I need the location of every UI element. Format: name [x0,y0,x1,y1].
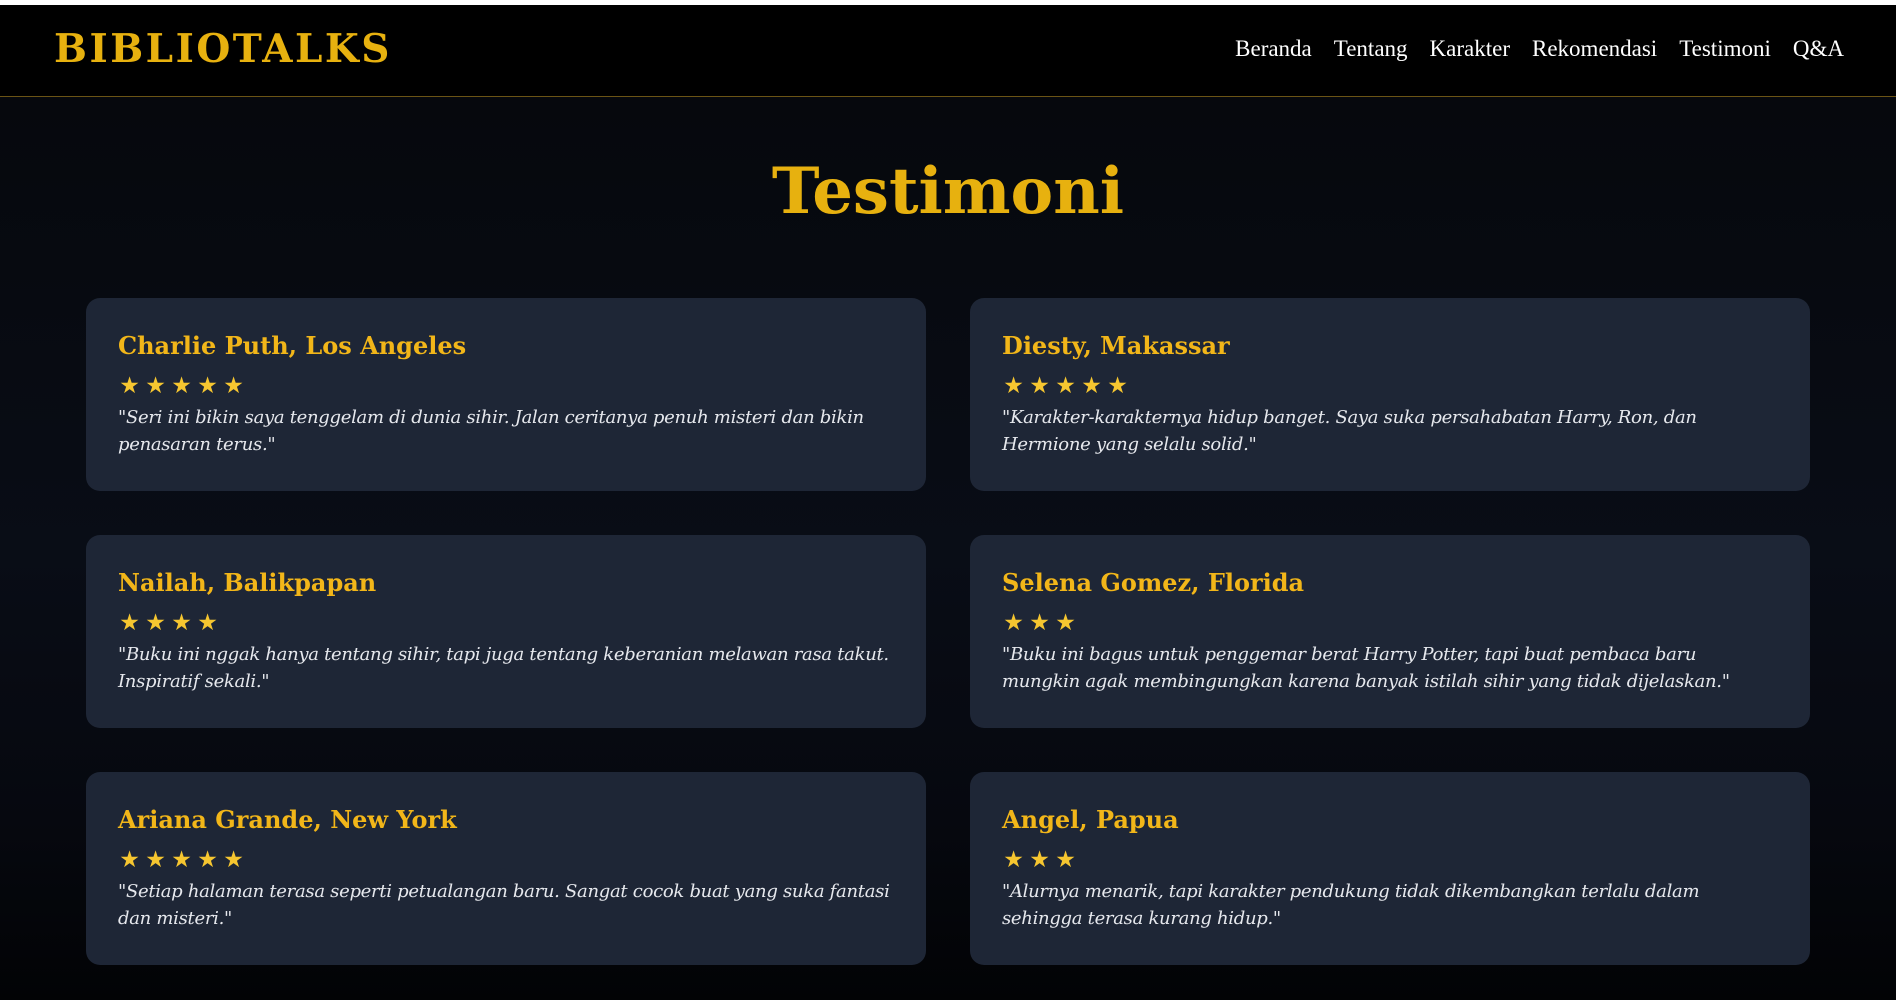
testimonial-card: Ariana Grande, New York ★ ★ ★ ★ ★ "Setiap ha… [86,772,926,965]
star-icon: ★ [119,373,140,400]
section-title: Testimoni [771,154,1125,229]
brand-logo[interactable]: BIBLIOTALKS [54,26,392,72]
star-icon: ★ [1055,847,1076,874]
nav-link-karakter[interactable]: Karakter [1430,36,1510,62]
star-icon: ★ [1029,847,1050,874]
testimonial-quote: "Karakter-karakternya hidup banget. Saya… [1002,406,1697,455]
testimonial-quote: "Setiap halaman terasa seperti petualang… [118,880,890,929]
testimonial-author: Ariana Grande, New York [118,805,457,834]
testimonial-author: Angel, Papua [1002,805,1179,834]
star-icon: ★ [1107,373,1128,400]
star-rating: ★ ★ ★ [1002,849,1778,873]
testimonial-author: Diesty, Makassar [1002,331,1230,360]
testimonial-card: Selena Gomez, Florida ★ ★ ★ "Buku ini bagu… [970,535,1810,728]
star-icon: ★ [223,847,244,874]
star-icon: ★ [171,610,192,637]
star-icon: ★ [1029,610,1050,637]
star-icon: ★ [1003,373,1024,400]
star-icon: ★ [119,610,140,637]
nav-link-qa[interactable]: Q&A [1793,36,1844,62]
nav-link-beranda[interactable]: Beranda [1235,36,1312,62]
nav-link-rekomendasi[interactable]: Rekomendasi [1532,36,1657,62]
star-icon: ★ [171,847,192,874]
testimonial-author: Nailah, Balikpapan [118,568,377,597]
star-rating: ★ ★ ★ ★ [118,612,894,636]
page: BIBLIOTALKS Beranda Tentang Karakter Rek… [0,0,1896,1000]
testimonial-author: Charlie Puth, Los Angeles [118,331,467,360]
nav-link-tentang[interactable]: Tentang [1334,36,1408,62]
star-rating: ★ ★ ★ [1002,612,1778,636]
site-header: BIBLIOTALKS Beranda Tentang Karakter Rek… [0,5,1896,97]
star-icon: ★ [1081,373,1102,400]
star-icon: ★ [145,610,166,637]
star-icon: ★ [171,373,192,400]
star-rating: ★ ★ ★ ★ ★ [118,849,894,873]
testimonial-card: Charlie Puth, Los Angeles ★ ★ ★ ★ ★ "Seri in… [86,298,926,491]
star-icon: ★ [197,610,218,637]
testimonial-quote: "Buku ini bagus untuk penggemar berat Ha… [1002,643,1730,692]
testimonial-card: Diesty, Makassar ★ ★ ★ ★ ★ "Karakter-karakte… [970,298,1810,491]
star-rating: ★ ★ ★ ★ ★ [118,375,894,399]
testimonial-grid: Charlie Puth, Los Angeles ★ ★ ★ ★ ★ "Seri in… [86,298,1811,965]
star-icon: ★ [197,373,218,400]
star-icon: ★ [223,373,244,400]
testimonial-quote: "Alurnya menarik, tapi karakter pendukun… [1002,880,1700,929]
star-icon: ★ [119,847,140,874]
star-icon: ★ [197,847,218,874]
nav-link-testimoni[interactable]: Testimoni [1679,36,1771,62]
testimonial-card: Nailah, Balikpapan ★ ★ ★ ★ "Buku ini nggak … [86,535,926,728]
main-nav: Beranda Tentang Karakter Rekomendasi Tes… [1235,36,1844,62]
star-icon: ★ [145,373,166,400]
star-icon: ★ [1003,610,1024,637]
star-icon: ★ [145,847,166,874]
star-icon: ★ [1055,373,1076,400]
testimonial-card: Angel, Papua ★ ★ ★ "Alurnya menarik, tapi … [970,772,1810,965]
star-icon: ★ [1003,847,1024,874]
star-rating: ★ ★ ★ ★ ★ [1002,375,1778,399]
star-icon: ★ [1029,373,1050,400]
star-icon: ★ [1055,610,1076,637]
testimonial-author: Selena Gomez, Florida [1002,568,1305,597]
testimonial-quote: "Seri ini bikin saya tenggelam di dunia … [118,406,864,455]
testimonial-quote: "Buku ini nggak hanya tentang sihir, tap… [118,643,889,692]
